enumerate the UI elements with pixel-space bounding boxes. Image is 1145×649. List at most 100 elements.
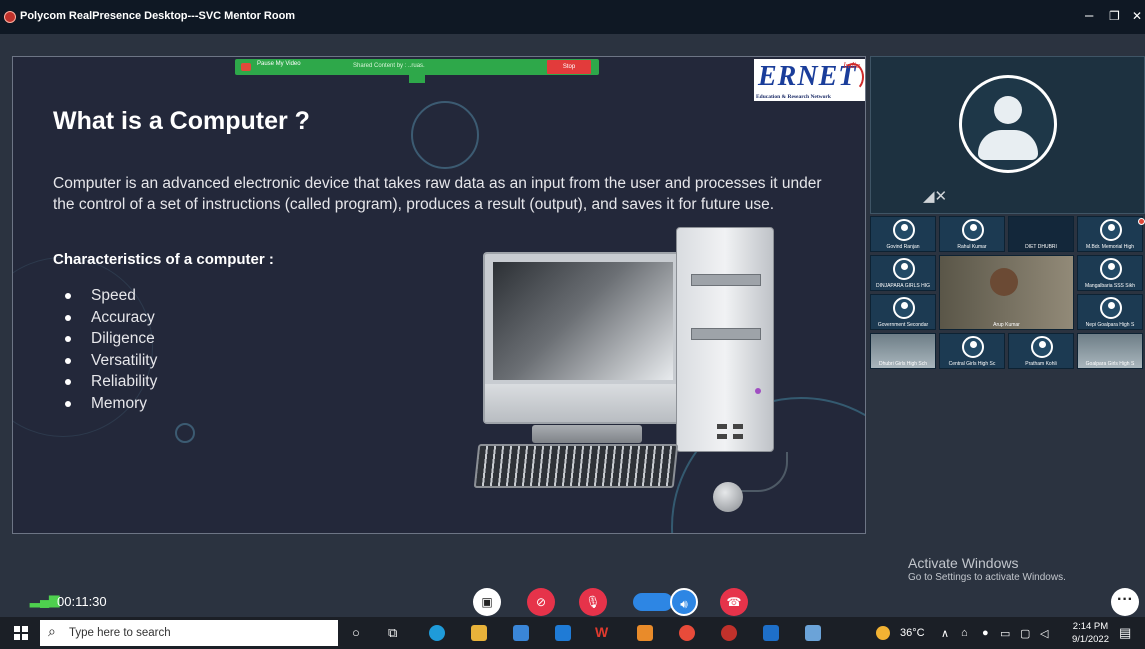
monitor-screen [493,262,673,380]
decorative-circle [411,101,479,169]
clock-date: 9/1/2022 [1072,634,1109,645]
monitor-illustration [483,252,683,424]
characteristics-list: Speed Accuracy Diligence Versatility Rel… [63,285,157,414]
participant-name: DINJAPARA GIRLS HIG [875,283,931,289]
participant-face [990,268,1018,296]
participant-tile[interactable]: DINJAPARA GIRLS HIG [870,255,936,291]
battery-icon[interactable]: ▭ [1000,627,1010,640]
participant-tile[interactable]: DIET DHUBRI [1008,216,1074,252]
participant-video[interactable]: Arup Kumar [939,255,1074,330]
participant-name: Dhubri Girls High Sch [878,361,928,367]
usb-port [733,434,743,439]
mic-mute-button[interactable]: 🎙︎ [579,588,607,616]
self-view[interactable]: ◢✕ [870,56,1145,214]
display-icon[interactable]: ▢ [1020,627,1030,640]
call-timer: 00:11:30 [57,594,107,609]
list-item: Speed [63,285,157,307]
taskbar-clock[interactable]: 2:14 PM 9/1/2022 [1072,620,1109,646]
search-icon: ⌕ [48,623,56,639]
windows-taskbar: ⌕ Type here to search ○ ⧉ W 36°C ∧ ⌂ ● ▭… [0,617,1145,649]
weather-temperature[interactable]: 36°C [900,627,925,639]
avatar-icon [893,258,915,280]
weather-icon [876,626,890,640]
stop-share-button[interactable]: Stop [547,60,591,74]
cortana-icon[interactable]: ○ [352,625,360,640]
store-icon[interactable] [513,625,529,641]
hang-up-button[interactable]: ☎ [720,588,748,616]
mouse-illustration [713,482,743,512]
participant-name: Arup Kumar [993,322,1020,328]
participant-tile[interactable]: M.Bdr. Memorial High [1077,216,1143,252]
call-control-bar: ▂▄▆ 00:11:30 ▣ ⊘ 🎙︎ 🔊︎ ☎ ··· [0,579,1145,617]
participant-name: Central Girls High Sc [948,361,996,367]
avatar-body [978,130,1038,160]
list-item: Versatility [63,350,157,372]
ernet-logo: ERNET India Education & Research Network [754,59,865,101]
file-explorer-icon[interactable] [471,625,487,641]
video-off-button[interactable]: ⊘ [527,588,555,616]
edge-browser-icon[interactable] [429,625,445,641]
clock-time: 2:14 PM [1072,621,1109,632]
participant-tile[interactable]: Government Secondar [870,294,936,330]
signal-bars-icon: ▂▄▆ [30,592,60,607]
shared-by-label: Shared Content by : ..ruas. [353,63,425,69]
characteristics-heading: Characteristics of a computer : [53,251,274,268]
close-button[interactable]: ✕ [1132,9,1142,23]
volume-slider[interactable] [633,593,673,611]
taskbar-search[interactable]: ⌕ Type here to search [40,620,338,646]
speaker-icon[interactable]: 🔊︎ [670,588,698,616]
share-content-button[interactable]: ▣ [473,588,501,616]
avatar-icon [1100,219,1122,241]
slide-body: Computer is an advanced electronic devic… [53,175,822,213]
participant-name: Mangalbaria SSS Sikh [1084,283,1136,289]
participant-tile[interactable]: Govind Ranjan [870,216,936,252]
window-title: Polycom RealPresence Desktop---SVC Mento… [20,10,296,22]
chrome-icon[interactable] [679,625,695,641]
wps-office-icon[interactable]: W [595,624,611,640]
restore-button[interactable]: ❐ [1109,9,1120,23]
network-icon[interactable]: ⌂ [961,627,968,639]
camera-off-icon: ◢✕ [923,188,948,205]
logo-country: India [843,61,860,70]
task-view-icon[interactable]: ⧉ [388,625,397,641]
mail-icon[interactable] [555,625,571,641]
participant-tile[interactable]: Goalpara Girls High S [1077,333,1143,369]
drive-bay [691,274,761,286]
search-placeholder: Type here to search [69,627,171,639]
volume-icon[interactable]: ◁ [1040,627,1048,640]
recording-icon [1138,218,1145,225]
power-led [755,388,761,394]
start-button[interactable] [14,626,28,640]
monitor-stand [532,425,642,443]
shared-content: Pause My Video Shared Content by : ..rua… [12,56,866,534]
logo-name: ERNET [758,61,857,92]
slide-title: What is a Computer ? [53,107,310,135]
minimize-button[interactable]: – [1085,7,1093,24]
list-item: Memory [63,393,157,415]
participant-name: DIET DHUBRI [1025,244,1057,250]
list-item: Accuracy [63,307,157,329]
participant-tile[interactable]: Pratham Kohli [1008,333,1074,369]
participant-tile[interactable]: Rahul Kumar [939,216,1005,252]
app-icon[interactable] [805,625,821,641]
avatar-icon [893,297,915,319]
participant-tile[interactable]: Nepi Goalpara High S [1077,294,1143,330]
participant-tile[interactable]: Dhubri Girls High Sch [870,333,936,369]
chevron-up-icon[interactable]: ∧ [941,627,949,640]
participant-name: Govind Ranjan [886,244,920,250]
microphone-icon[interactable]: ● [982,627,989,639]
more-options-button[interactable]: ··· [1111,588,1139,616]
powerpoint-icon[interactable] [637,625,653,641]
share-bar-handle[interactable] [409,75,425,83]
content-share-bar: Pause My Video Shared Content by : ..rua… [235,59,599,75]
pause-video-button[interactable]: Pause My Video [257,61,301,67]
polycom-taskbar-icon[interactable] [721,625,737,641]
avatar-icon [962,219,984,241]
outlook-icon[interactable] [763,625,779,641]
list-item: Reliability [63,371,157,393]
usb-port [717,424,727,429]
participant-tile[interactable]: Central Girls High Sc [939,333,1005,369]
logo-tagline: Education & Research Network [756,94,831,100]
participant-tile[interactable]: Mangalbaria SSS Sikh [1077,255,1143,291]
notification-icon[interactable]: ▤ [1119,625,1131,641]
